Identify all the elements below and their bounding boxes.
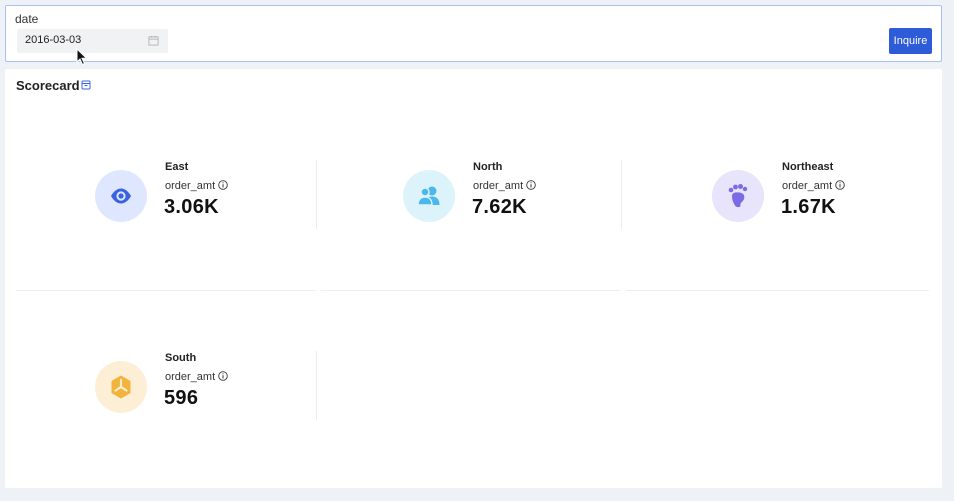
info-icon[interactable] — [218, 180, 228, 190]
footprint-icon — [728, 184, 748, 208]
metric-label: order_amt — [782, 180, 833, 192]
card-value: 596 — [164, 387, 199, 409]
inquire-button[interactable]: Inquire — [889, 28, 932, 54]
mouse-cursor-icon — [76, 48, 88, 66]
metric-label: order_amt — [165, 180, 216, 192]
eye-icon — [111, 188, 131, 204]
date-value: 2016-03-03 — [25, 34, 82, 46]
scorecard-card-east: East order_amt 3.06K — [95, 160, 395, 240]
card-value: 7.62K — [472, 196, 527, 218]
info-icon[interactable] — [526, 180, 536, 190]
scorecard-card-northeast: Northeast order_amt 1.67K — [712, 160, 954, 240]
card-metric: order_amt — [782, 180, 845, 192]
card-metric: order_amt — [165, 180, 228, 192]
filter-bar: date 2016-03-03 Inquire — [5, 5, 942, 62]
card-region: Northeast — [782, 161, 834, 173]
date-picker[interactable]: 2016-03-03 — [17, 29, 168, 53]
metric-label: order_amt — [473, 180, 524, 192]
row-divider — [626, 290, 929, 291]
calendar-icon — [148, 35, 159, 46]
card-region: South — [165, 352, 197, 364]
card-region: East — [165, 161, 189, 173]
metric-label: order_amt — [165, 371, 216, 383]
info-icon[interactable] — [218, 371, 228, 381]
users-icon — [417, 186, 440, 206]
date-filter-label: date — [15, 12, 39, 26]
row-divider — [321, 290, 621, 291]
scorecard-panel: Scorecard East order_amt 3.06K North ord… — [5, 69, 942, 488]
card-region: North — [473, 161, 503, 173]
cube-icon — [111, 375, 131, 399]
card-metric: order_amt — [473, 180, 536, 192]
card-metric: order_amt — [165, 371, 228, 383]
row-divider — [16, 290, 316, 291]
card-icon-badge — [95, 361, 147, 413]
panel-title: Scorecard — [16, 78, 80, 93]
card-icon-badge — [403, 170, 455, 222]
card-icon-badge — [95, 170, 147, 222]
card-icon-badge — [712, 170, 764, 222]
export-icon[interactable] — [81, 80, 91, 90]
info-icon[interactable] — [835, 180, 845, 190]
card-value: 1.67K — [781, 196, 836, 218]
scorecard-card-south: South order_amt 596 — [95, 351, 395, 431]
scorecard-card-north: North order_amt 7.62K — [403, 160, 703, 240]
card-value: 3.06K — [164, 196, 219, 218]
